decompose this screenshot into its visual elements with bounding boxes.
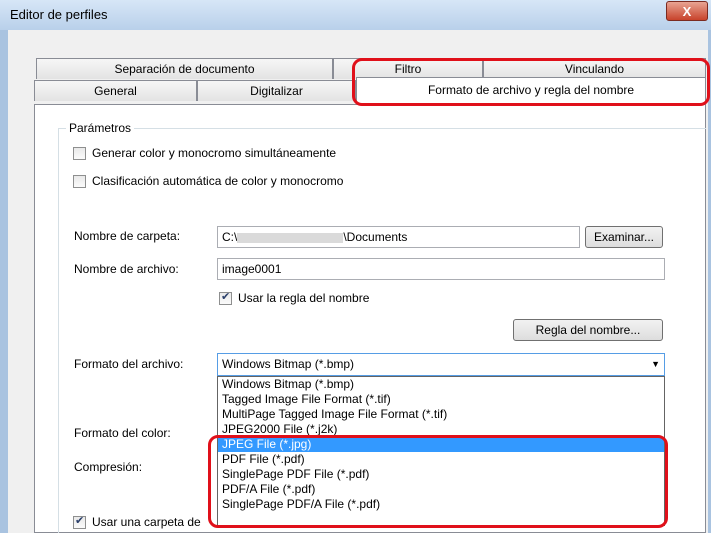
title-bar[interactable]: Editor de perfiles X [0, 0, 711, 30]
chevron-down-icon[interactable]: ▼ [651, 354, 660, 375]
folder-label: Nombre de carpeta: [74, 229, 181, 243]
folder-suffix: \Documents [343, 230, 408, 244]
window-title: Editor de perfiles [10, 7, 108, 22]
options-highlight-annotation [208, 435, 668, 528]
tab-highlight-annotation [352, 58, 710, 106]
close-button[interactable]: X [666, 1, 708, 21]
color-mono-checkbox[interactable] [73, 147, 86, 160]
naming-rule-checkbox[interactable] [219, 290, 232, 305]
file-format-selected: Windows Bitmap (*.bmp) [222, 357, 355, 371]
tab-general[interactable]: General [34, 80, 197, 101]
file-format-label: Formato del archivo: [74, 357, 184, 371]
color-mono-label: Generar color y monocromo simultáneament… [92, 146, 337, 160]
format-option[interactable]: Tagged Image File Format (*.tif) [218, 392, 664, 407]
color-format-label: Formato del color: [74, 426, 171, 440]
subfolder-checkbox[interactable] [73, 514, 86, 529]
filename-input[interactable]: image0001 [217, 258, 665, 280]
tab-separacion-documento[interactable]: Separación de documento [36, 58, 333, 79]
folder-prefix: C:\ [222, 230, 238, 244]
auto-classify-label: Clasificación automática de color y mono… [92, 174, 344, 188]
group-label: Parámetros [66, 121, 135, 135]
filename-label: Nombre de archivo: [74, 262, 179, 276]
file-format-select[interactable]: Windows Bitmap (*.bmp) ▼ [217, 353, 665, 376]
folder-path-input[interactable]: C:\ \Documents [217, 226, 580, 248]
naming-rule-label: Usar la regla del nombre [238, 291, 370, 305]
subfolder-label: Usar una carpeta de [92, 515, 201, 529]
redacted-username [237, 232, 344, 243]
naming-rule-button[interactable]: Regla del nombre... [513, 319, 663, 341]
auto-classify-checkbox[interactable] [73, 175, 86, 188]
profile-editor-window: Editor de perfiles X Separación de docum… [0, 0, 711, 533]
tab-digitalizar[interactable]: Digitalizar [197, 80, 356, 101]
format-option[interactable]: Windows Bitmap (*.bmp) [218, 377, 664, 392]
browse-button[interactable]: Examinar... [585, 226, 663, 248]
format-option[interactable]: MultiPage Tagged Image File Format (*.ti… [218, 407, 664, 422]
compression-label: Compresión: [74, 460, 143, 474]
